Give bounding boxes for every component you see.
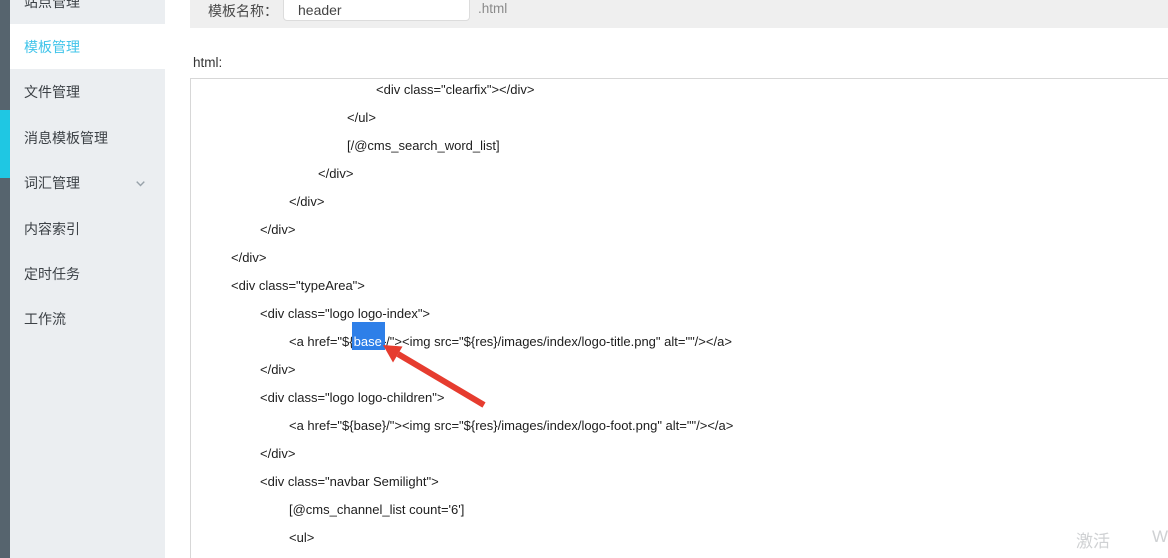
sidebar-item-1[interactable]: 模板管理 (10, 24, 165, 70)
code-line: <div class="typeArea"> (202, 278, 365, 293)
code-line: <div class="clearfix"></div> (202, 82, 535, 97)
sidebar-item-0[interactable]: 站点管理 (10, 0, 165, 24)
sidebar-item-label: 消息模板管理 (24, 129, 108, 146)
sidebar-scrollbar-track (0, 0, 10, 558)
sidebar-item-label: 定时任务 (24, 265, 80, 282)
code-line: </div> (202, 446, 296, 461)
sidebar-item-label: 内容索引 (24, 220, 80, 237)
sidebar-item-3[interactable]: 消息模板管理 (10, 115, 165, 160)
template-name-input[interactable] (283, 0, 470, 21)
template-name-bar: 模板名称： .html (190, 0, 1168, 28)
sidebar-item-label: 模板管理 (24, 38, 80, 55)
sidebar: 站点管理模板管理文件管理消息模板管理 词汇管理内容索引定时任务工作流 (10, 0, 165, 558)
sidebar-item-7[interactable]: 工作流 (10, 297, 165, 342)
html-field-label: html: (193, 55, 223, 70)
selected-text: base (353, 334, 382, 349)
activate-watermark-cut: W (1152, 527, 1168, 546)
template-name-label: 模板名称： (208, 3, 278, 19)
code-line: <div class="logo logo-index"> (202, 306, 431, 321)
sidebar-item-2[interactable]: 文件管理 (10, 70, 165, 115)
sidebar-item-label: 工作流 (24, 311, 66, 328)
code-line: <a href="${base}/"><img src="${res}/imag… (202, 418, 734, 433)
code-line: [/@cms_search_word_list] (202, 138, 500, 153)
template-name-suffix: .html (478, 1, 508, 16)
template-code-editor[interactable]: <div class="clearfix"></div> </ul> [/@cm… (190, 78, 1168, 558)
sidebar-scrollbar-thumb[interactable] (0, 110, 10, 178)
code-line: </div> (202, 194, 325, 209)
sidebar-item-6[interactable]: 定时任务 (10, 251, 165, 296)
activate-watermark: 激活 (1076, 532, 1110, 551)
code-line: [@cms_channel_list count='6'] (202, 502, 465, 517)
chevron-down-icon (134, 177, 147, 190)
code-line: <div class="logo logo-children"> (202, 390, 445, 405)
sidebar-item-label: 词汇管理 (24, 175, 80, 192)
code-lines: <div class="clearfix"></div> </ul> [/@cm… (191, 79, 1168, 552)
code-line: <ul> (202, 530, 315, 545)
code-line: <a href="${base}/"><img src="${res}/imag… (202, 334, 732, 349)
code-line: </div> (202, 222, 296, 237)
code-line: </div> (202, 250, 267, 265)
sidebar-item-4[interactable]: 词汇管理 (10, 161, 165, 206)
code-line: </div> (202, 362, 296, 377)
code-line: </ul> (202, 110, 376, 125)
code-line: <div class="navbar Semilight"> (202, 474, 439, 489)
sidebar-item-label: 站点管理 (24, 0, 80, 10)
sidebar-item-5[interactable]: 内容索引 (10, 206, 165, 251)
main-content: 模板名称： .html html: <div class="clearfix">… (165, 0, 1168, 558)
sidebar-item-label: 文件管理 (24, 84, 80, 101)
code-line: </div> (202, 166, 354, 181)
